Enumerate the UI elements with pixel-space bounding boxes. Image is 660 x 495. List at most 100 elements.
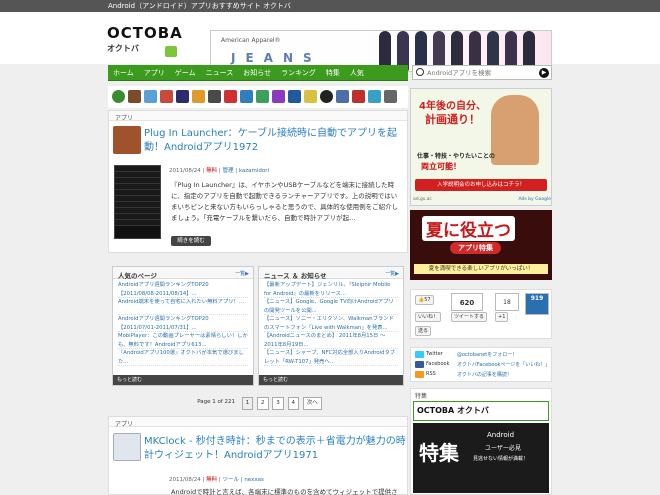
ad-cta-button[interactable]: 入学説明会のお申し込みはコチラ！ bbox=[415, 179, 547, 191]
pagination: Page 1 of 221 1 2 3 4 次へ bbox=[108, 397, 408, 413]
post-title[interactable]: MKClock - 秒付き時計：秒までの表示＋省電力が魅力の時計ウィジェット！A… bbox=[144, 435, 406, 463]
page-4[interactable]: 4 bbox=[287, 397, 300, 410]
post-author[interactable]: kazamidori bbox=[239, 168, 269, 174]
feature-sub: ユーザー必見 bbox=[485, 445, 521, 452]
next-page-button[interactable]: 次へ bbox=[302, 397, 322, 410]
app-icon[interactable] bbox=[336, 90, 349, 103]
gplus-count[interactable]: 919 bbox=[525, 293, 549, 315]
ad-headline: 4年後の自分、 bbox=[419, 101, 486, 112]
list-item[interactable]: Androidアプリ週間ランキングTOP20 【2011/08/08-2011/… bbox=[118, 281, 248, 298]
banner-word: JEANS bbox=[231, 51, 322, 65]
post-title[interactable]: Plug In Launcher：ケーブル接続時に自動でアプリを起動！Andro… bbox=[144, 127, 406, 155]
more-link[interactable]: 一覧▶ bbox=[385, 270, 399, 277]
app-icon[interactable] bbox=[352, 90, 365, 103]
list-item[interactable]: 【最新アップデート】ジェンリル、『Sleipnir Mobile for And… bbox=[264, 281, 398, 298]
list-item[interactable]: 『Androidアプリ100選』オクトバが本気で選びました... bbox=[118, 349, 248, 366]
feature-label: 特集 bbox=[415, 393, 428, 400]
app-icon[interactable] bbox=[320, 90, 333, 103]
ads-by-google-link[interactable]: Ads by Google bbox=[519, 197, 551, 202]
nav-item-ranking[interactable]: ランキング bbox=[276, 65, 321, 81]
app-icon[interactable] bbox=[112, 90, 125, 103]
app-icon[interactable] bbox=[144, 90, 157, 103]
box-footer-link[interactable]: もっと読む bbox=[259, 375, 403, 385]
nav-item-games[interactable]: ゲーム bbox=[170, 65, 201, 81]
app-thumbnail[interactable] bbox=[113, 126, 141, 154]
summer-feature-banner[interactable]: 夏に役立つ アプリ特集 夏を満喫できる楽しいアプリがいっぱい！ bbox=[410, 210, 552, 280]
app-icon[interactable] bbox=[272, 90, 285, 103]
list-item[interactable]: Android端末を使って自宅に入れたい無料アプリ！... bbox=[118, 298, 248, 315]
post-cat-link[interactable]: 管理 bbox=[222, 168, 233, 174]
app-icon[interactable] bbox=[288, 90, 301, 103]
feature-sub: 見逃せない情報が満載！ bbox=[473, 456, 529, 462]
ad-sub: 両立可能！ bbox=[421, 162, 461, 171]
more-link[interactable]: 一覧▶ bbox=[235, 270, 249, 277]
facebook-like-count[interactable]: 👍57 bbox=[415, 295, 434, 305]
post-date: 2011/08/24 bbox=[169, 168, 201, 174]
app-icon[interactable] bbox=[192, 90, 205, 103]
page-info: Page 1 of 221 bbox=[197, 399, 236, 405]
app-icon[interactable] bbox=[256, 90, 269, 103]
ad-person-image bbox=[491, 95, 539, 165]
tweet-button[interactable]: ツイートする bbox=[451, 312, 488, 322]
feature-box: 特集 OCTOBA オクトバ 特集 Android ユーザー必見 見逃せない情報… bbox=[410, 388, 552, 495]
read-more-button[interactable]: 続きを読む bbox=[171, 236, 211, 246]
list-item[interactable]: 【ニュース】Google、Google TV向けAndroidアプリの開発ツール… bbox=[264, 298, 398, 315]
nav-item-home[interactable]: ホーム bbox=[108, 65, 139, 81]
app-icon[interactable] bbox=[304, 90, 317, 103]
list-item[interactable]: 【Androidニュースのまとめ】 2011年8月15日 ～ 2011年8月19… bbox=[264, 332, 398, 349]
page-2[interactable]: 2 bbox=[257, 397, 269, 410]
page-1[interactable]: 1 bbox=[241, 397, 254, 410]
nav-item-apps[interactable]: アプリ bbox=[139, 65, 170, 81]
rss-subscribe-link[interactable]: オクトバの記事を購読！ bbox=[457, 371, 512, 378]
box-footer-link[interactable]: もっと読む bbox=[113, 375, 253, 385]
post-category[interactable]: アプリ bbox=[115, 419, 133, 428]
hatena-count: 18 bbox=[495, 293, 519, 311]
post-excerpt: Androidで時計と言えば、各端末に標準のものを含めてウィジェットで提供され bbox=[171, 488, 398, 495]
app-icon[interactable] bbox=[160, 90, 173, 103]
ad-headline: 計画通り！ bbox=[425, 113, 480, 126]
price-tag: 無料 bbox=[206, 168, 218, 174]
list-item[interactable]: 【ニュース】シャープ、NFC対応全部入りAndroidタブレット「RW-T107… bbox=[264, 349, 398, 366]
twitter-follow-link[interactable]: @octobanetをフォロー！ bbox=[457, 351, 517, 358]
page-3[interactable]: 3 bbox=[272, 397, 284, 410]
search-submit-button[interactable]: ▶ bbox=[539, 68, 549, 78]
list-item[interactable]: 【ニュース】ソニー・エリクソン、Walkmanブランドのスマートフォン「Live… bbox=[264, 315, 398, 332]
feature-brand-banner[interactable]: OCTOBA オクトバ bbox=[413, 401, 549, 421]
logo-text-en: OCTOBA bbox=[107, 24, 183, 42]
app-icon[interactable] bbox=[224, 90, 237, 103]
list-item[interactable]: Androidアプリ週間ランキングTOP20 【2011/07/01-2011/… bbox=[118, 315, 248, 332]
sidebar-ad-school[interactable]: 4年後の自分、 計画通り！ 仕事・特技・やりたいことの 両立可能！ 入学説明会の… bbox=[410, 88, 552, 206]
app-icon[interactable] bbox=[128, 90, 141, 103]
app-icon-strip bbox=[108, 86, 408, 108]
follow-row-rss: RSS bbox=[426, 371, 436, 377]
social-share-box: 👍57 620 18 919 いいね！ ツイートする +1 送る bbox=[410, 289, 552, 339]
feature-banner[interactable]: 特集 Android ユーザー必見 見逃せない情報が満載！ bbox=[413, 423, 549, 493]
app-icon[interactable] bbox=[240, 90, 253, 103]
site-logo[interactable]: OCTOBA オクトバ bbox=[107, 24, 183, 64]
send-button[interactable]: 送る bbox=[415, 326, 432, 336]
app-icon[interactable] bbox=[208, 90, 221, 103]
facebook-like-link[interactable]: オクトバFacebookページを「いいね！」 bbox=[457, 361, 550, 368]
post-category[interactable]: アプリ bbox=[115, 113, 133, 122]
app-icon[interactable] bbox=[368, 90, 381, 103]
search-box: ▶ bbox=[412, 65, 552, 80]
app-icon[interactable] bbox=[176, 90, 189, 103]
nav-item-features[interactable]: 特集 bbox=[321, 65, 345, 81]
nav-item-news[interactable]: ニュース bbox=[201, 65, 239, 81]
box-title: 人気のページ bbox=[113, 267, 253, 280]
main-nav: ホーム アプリ ゲーム ニュース お知らせ ランキング 特集 人気 bbox=[108, 65, 408, 81]
follow-box: Twitter @octobanetをフォロー！ Facebook オクトバFa… bbox=[410, 347, 552, 382]
post-cat-link[interactable]: ツール bbox=[222, 477, 239, 483]
app-thumbnail[interactable] bbox=[113, 433, 141, 461]
search-input[interactable] bbox=[413, 66, 523, 79]
feature-big-text: 特集 bbox=[419, 441, 459, 465]
list-item[interactable]: MobiPlayer：この動画プレーヤーは素晴らしい！しかも、無料です！Andr… bbox=[118, 332, 248, 349]
nav-item-notices[interactable]: お知らせ bbox=[238, 65, 276, 81]
like-button[interactable]: いいね！ bbox=[415, 312, 442, 322]
nav-item-popular[interactable]: 人気 bbox=[345, 65, 369, 81]
gplus-button[interactable]: +1 bbox=[495, 312, 509, 322]
post-author[interactable]: nexxas bbox=[244, 477, 264, 483]
search-icon bbox=[416, 68, 424, 76]
app-icon[interactable] bbox=[384, 90, 397, 103]
ad-sub: 仕事・特技・やりたいことの bbox=[417, 153, 495, 160]
